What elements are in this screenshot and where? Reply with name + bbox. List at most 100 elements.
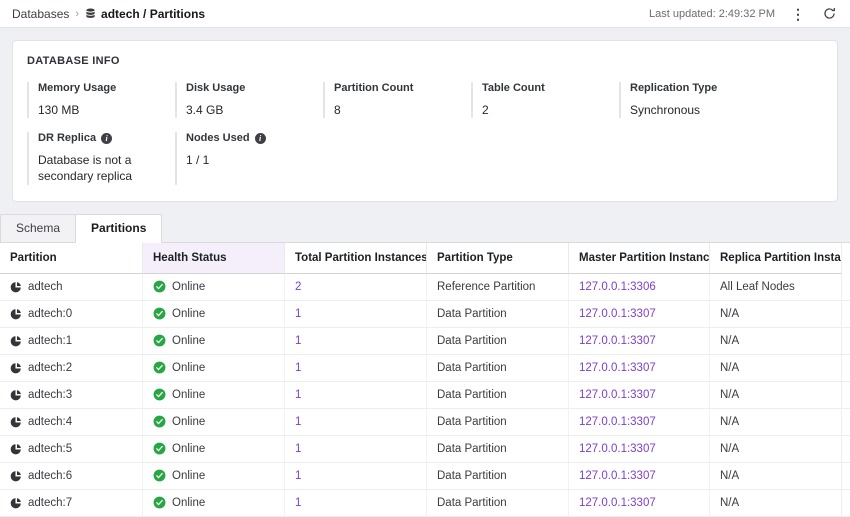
stat-nodes-used: Nodes Used i 1 / 1 <box>175 132 323 184</box>
more-options-button[interactable]: ⋮ <box>789 5 807 23</box>
replica-instance-label: All Leaf Nodes <box>720 281 795 293</box>
partition-type-label: Data Partition <box>437 335 507 347</box>
replica-instance-cell: N/A <box>709 301 842 327</box>
instances-cell: 1 <box>284 436 426 462</box>
table-row: adtech:0 Online 1 Data Partition 127.0.0… <box>0 301 850 328</box>
master-instance-link[interactable]: 127.0.0.1:3307 <box>579 308 656 320</box>
instances-cell: 1 <box>284 463 426 489</box>
breadcrumb-databases-link[interactable]: Databases <box>12 7 69 21</box>
stats-row-1: Memory Usage 130 MB Disk Usage 3.4 GB Pa… <box>27 82 823 118</box>
partition-pie-icon <box>10 443 22 455</box>
partition-type-cell: Data Partition <box>426 328 568 354</box>
instances-count-link[interactable]: 1 <box>295 443 301 455</box>
health-status-label: Online <box>172 389 205 401</box>
col-partition-type[interactable]: Partition Type <box>426 243 568 274</box>
col-total-partition-instances[interactable]: Total Partition Instances <box>284 243 426 274</box>
partition-pie-icon <box>10 389 22 401</box>
partition-cell: adtech:6 <box>0 463 142 489</box>
partition-cell: adtech:1 <box>0 328 142 354</box>
partition-cell: adtech:4 <box>0 409 142 435</box>
master-instance-link[interactable]: 127.0.0.1:3307 <box>579 443 656 455</box>
master-instance-link[interactable]: 127.0.0.1:3307 <box>579 497 656 509</box>
master-instance-cell: 127.0.0.1:3307 <box>568 463 709 489</box>
tab-bar: Schema Partitions <box>0 214 850 242</box>
replica-instance-cell: N/A <box>709 463 842 489</box>
online-check-icon <box>153 469 166 482</box>
table-header: Partition Health Status Total Partition … <box>0 243 850 274</box>
health-status-label: Online <box>172 335 205 347</box>
refresh-button[interactable] <box>821 5 838 22</box>
health-cell: Online <box>142 382 284 408</box>
online-check-icon <box>153 361 166 374</box>
master-instance-link[interactable]: 127.0.0.1:3307 <box>579 362 656 374</box>
breadcrumb-separator: › <box>75 8 79 20</box>
col-master-partition-instance[interactable]: Master Partition Instance ... <box>568 243 709 274</box>
replica-instance-label: N/A <box>720 335 739 347</box>
health-status-label: Online <box>172 416 205 428</box>
instances-cell: 1 <box>284 490 426 516</box>
partition-type-cell: Data Partition <box>426 382 568 408</box>
partition-name: adtech:0 <box>28 308 72 320</box>
tab-schema[interactable]: Schema <box>0 214 76 242</box>
partition-pie-icon <box>10 497 22 509</box>
database-info-card: DATABASE INFO Memory Usage 130 MB Disk U… <box>12 40 838 202</box>
table-row: adtech:4 Online 1 Data Partition 127.0.0… <box>0 409 850 436</box>
tab-partitions[interactable]: Partitions <box>75 214 162 243</box>
partition-cell: adtech:7 <box>0 490 142 516</box>
database-icon <box>85 8 96 19</box>
instances-count-link[interactable]: 1 <box>295 308 301 320</box>
replica-instance-label: N/A <box>720 308 739 320</box>
partition-type-label: Data Partition <box>437 362 507 374</box>
topbar-actions: Last updated: 2:49:32 PM ⋮ <box>649 5 838 23</box>
replica-instance-label: N/A <box>720 497 739 509</box>
master-instance-link[interactable]: 127.0.0.1:3306 <box>579 281 656 293</box>
instances-cell: 1 <box>284 355 426 381</box>
stat-label: Partition Count <box>334 82 471 94</box>
partition-type-cell: Data Partition <box>426 490 568 516</box>
partition-pie-icon <box>10 308 22 320</box>
instances-count-link[interactable]: 1 <box>295 416 301 428</box>
breadcrumb-current: adtech / Partitions <box>85 7 205 21</box>
replica-instance-cell: N/A <box>709 355 842 381</box>
partition-pie-icon <box>10 335 22 347</box>
col-partition[interactable]: Partition <box>0 243 142 274</box>
instances-cell: 1 <box>284 328 426 354</box>
partition-type-cell: Data Partition <box>426 436 568 462</box>
health-status-label: Online <box>172 308 205 320</box>
partition-type-label: Data Partition <box>437 416 507 428</box>
stats-row-2: DR Replica i Database is not a secondary… <box>27 132 823 184</box>
table-row: adtech:1 Online 1 Data Partition 127.0.0… <box>0 328 850 355</box>
health-cell: Online <box>142 328 284 354</box>
instances-count-link[interactable]: 1 <box>295 389 301 401</box>
master-instance-link[interactable]: 127.0.0.1:3307 <box>579 470 656 482</box>
table-row: adtech:3 Online 1 Data Partition 127.0.0… <box>0 382 850 409</box>
col-replica-partition-instance[interactable]: Replica Partition Instance ... <box>709 243 842 274</box>
instances-count-link[interactable]: 1 <box>295 497 301 509</box>
col-health-status[interactable]: Health Status <box>142 243 284 274</box>
replica-instance-label: N/A <box>720 470 739 482</box>
stat-label-text: Nodes Used <box>186 132 250 144</box>
instances-count-link[interactable]: 2 <box>295 281 301 293</box>
instances-count-link[interactable]: 1 <box>295 362 301 374</box>
kebab-menu-icon: ⋮ <box>791 7 805 21</box>
master-instance-link[interactable]: 127.0.0.1:3307 <box>579 416 656 428</box>
partition-cell: adtech:0 <box>0 301 142 327</box>
instances-count-link[interactable]: 1 <box>295 335 301 347</box>
partition-cell: adtech:3 <box>0 382 142 408</box>
online-check-icon <box>153 307 166 320</box>
instances-count-link[interactable]: 1 <box>295 470 301 482</box>
stat-partition-count: Partition Count 8 <box>323 82 471 118</box>
master-instance-link[interactable]: 127.0.0.1:3307 <box>579 389 656 401</box>
info-icon[interactable]: i <box>255 133 266 144</box>
master-instance-cell: 127.0.0.1:3306 <box>568 274 709 300</box>
stat-replication-type: Replication Type Synchronous <box>619 82 767 118</box>
partition-cell: adtech:2 <box>0 355 142 381</box>
info-icon[interactable]: i <box>101 133 112 144</box>
instances-cell: 2 <box>284 274 426 300</box>
partition-name: adtech:2 <box>28 362 72 374</box>
master-instance-link[interactable]: 127.0.0.1:3307 <box>579 335 656 347</box>
table-row: adtech:2 Online 1 Data Partition 127.0.0… <box>0 355 850 382</box>
health-status-label: Online <box>172 497 205 509</box>
breadcrumb: Databases › adtech / Partitions <box>12 7 205 21</box>
replica-instance-label: N/A <box>720 389 739 401</box>
